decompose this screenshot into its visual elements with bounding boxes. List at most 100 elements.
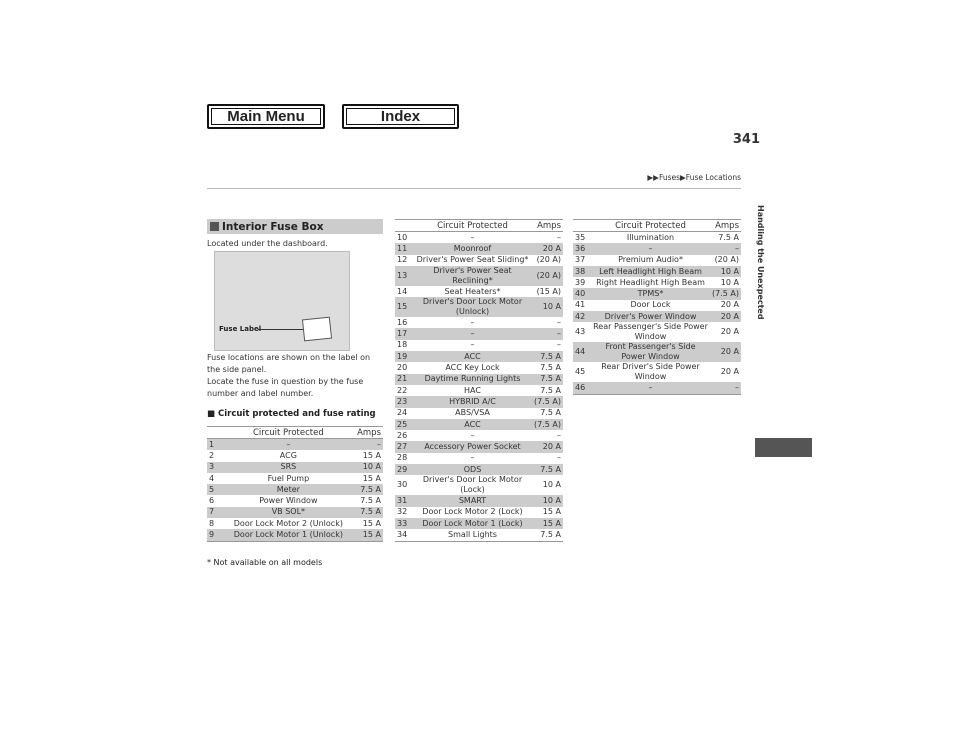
table-header: Circuit Protected Amps — [207, 426, 383, 439]
circuit-name: ACG — [279, 450, 297, 460]
fuse-amps: 7.5 A — [351, 484, 383, 496]
fuse-number: 16 — [397, 317, 408, 327]
circuit-name: Driver's Power Seat Sliding* — [416, 255, 529, 265]
fuse-number: 45 — [575, 367, 586, 377]
circuit-name: Rear Passenger's Side Power Window — [593, 322, 708, 342]
fuse-number: 36 — [573, 243, 591, 255]
fuse-amps: (7.5 A) — [532, 396, 563, 408]
table-row: 2 ACG 15 A — [207, 450, 383, 461]
fuse-amps: – — [710, 243, 741, 255]
circuit-name: Door Lock Motor 2 (Unlock) — [233, 518, 343, 528]
circuit-name: Accessory Power Socket — [413, 441, 533, 453]
table-row: 45 Rear Driver's Side Power Window 20 A — [573, 362, 741, 382]
table-row: 9 Door Lock Motor 1 (Unlock) 15 A — [207, 529, 383, 542]
fuse-number: 13 — [395, 265, 413, 286]
fuse-table-2: Circuit Protected Amps 10– –11 Moonroof 20 A1… — [395, 219, 563, 542]
circuit-name: VB SOL* — [225, 506, 352, 519]
fuse-number: 37 — [575, 255, 586, 265]
fuse-number: 21 — [395, 373, 413, 385]
fuse-label-callout: Fuse Label — [219, 325, 262, 333]
fuse-number: 27 — [395, 441, 413, 453]
fuse-number: 42 — [573, 311, 591, 323]
fuse-table-3: Circuit Protected Amps 35 Illumination 7.5 A… — [573, 219, 741, 395]
fuse-amps: – — [557, 232, 561, 242]
fuse-amps: 7.5 A — [360, 496, 381, 506]
fuse-number: 41 — [575, 300, 586, 310]
table-row: 6 Power Window 7.5 A — [207, 495, 383, 506]
fuse-amps: 15 A — [362, 518, 381, 528]
table-row: 18 – – — [395, 340, 563, 351]
section-heading: Interior Fuse Box — [207, 219, 383, 234]
fuse-table-1: Circuit Protected Amps 1– –2 ACG 15 A 3 SRS 10 A… — [207, 426, 383, 542]
main-menu-button[interactable]: Main Menu — [207, 104, 325, 129]
circuit-name: Fuel Pump — [267, 473, 310, 483]
fuse-amps: 10 A — [720, 277, 739, 287]
fuse-amps: 7.5 A — [540, 529, 561, 539]
circuit-name: Moonroof — [413, 243, 533, 255]
fuse-number: 8 — [209, 518, 215, 528]
fuse-number: 4 — [209, 473, 215, 483]
square-bullet-icon — [210, 222, 219, 231]
fuse-amps: 10 A — [351, 461, 383, 473]
side-tab-marker[interactable] — [755, 438, 812, 457]
circuit-name: HYBRID A/C — [413, 396, 533, 408]
fuse-amps: 7.5 A — [532, 351, 563, 363]
page-number: 341 — [732, 132, 760, 147]
fuse-number: 39 — [575, 277, 586, 287]
header-amps: Amps — [710, 219, 741, 232]
table-row: 34 Small Lights 7.5 A — [395, 529, 563, 541]
fuse-number: 2 — [209, 450, 215, 460]
circuit-name: Premium Audio* — [618, 255, 683, 265]
table-row: 16 – – — [395, 317, 563, 328]
divider — [207, 188, 741, 189]
table-row: 46– – — [573, 382, 741, 395]
circuit-name: Small Lights — [448, 529, 497, 539]
circuit-name: HAC — [464, 385, 481, 395]
fuse-amps: 7.5 A — [532, 373, 563, 385]
section-title: Interior Fuse Box — [222, 220, 324, 233]
fuse-amps: (20 A) — [532, 265, 563, 286]
breadcrumb[interactable]: ▶▶Fuses▶Fuse Locations — [647, 173, 741, 182]
fuse-number: 30 — [397, 480, 408, 490]
fuse-amps: 20 A — [720, 300, 739, 310]
circuit-name: Driver's Power Window — [591, 311, 711, 323]
circuit-name: – — [470, 453, 475, 463]
fuse-amps: 20 A — [710, 342, 741, 363]
table-row: 40 TPMS* (7.5 A) — [573, 288, 741, 300]
table-row: 3 SRS 10 A — [207, 461, 383, 473]
table-row: 8 Door Lock Motor 2 (Unlock) 15 A — [207, 518, 383, 529]
circuit-name: – — [413, 328, 533, 340]
fuse-amps: 10 A — [532, 495, 563, 507]
fuse-amps: 20 A — [532, 243, 563, 255]
table-row: 38 Left Headlight High Beam 10 A — [573, 265, 741, 278]
fuse-amps: 7.5 A — [351, 506, 383, 519]
fuse-label-box — [301, 316, 333, 342]
fuse-number: 31 — [395, 495, 413, 507]
table-row: 19 ACC 7.5 A — [395, 351, 563, 363]
table-row: 27 Accessory Power Socket 20 A — [395, 441, 563, 453]
table-row: 41 Door Lock 20 A — [573, 300, 741, 311]
fuse-amps: 10 A — [710, 265, 741, 278]
fuse-amps: 7.5 A — [540, 363, 561, 373]
circuit-name: Door Lock Motor 2 (Lock) — [422, 507, 523, 517]
fuse-number: 38 — [573, 265, 591, 278]
circuit-name: ACC Key Lock — [445, 363, 500, 373]
circuit-name: Door Lock Motor 1 (Unlock) — [225, 529, 352, 542]
circuit-name: Driver's Door Lock Motor (Unlock) — [413, 297, 533, 318]
table-row: 29 ODS 7.5 A — [395, 464, 563, 476]
fuse-amps: – — [710, 382, 741, 395]
table-row: 1– – — [207, 438, 383, 451]
index-button[interactable]: Index — [342, 104, 459, 129]
fuse-amps: (7.5 A) — [532, 418, 563, 431]
table-row: 20 ACC Key Lock 7.5 A — [395, 362, 563, 373]
circuit-name: – — [591, 243, 711, 255]
header-amps: Amps — [532, 219, 563, 232]
circuit-name: – — [225, 438, 352, 451]
fuse-amps: (20 A) — [536, 255, 561, 265]
circuit-name: – — [591, 382, 711, 395]
fuse-number: 1 — [207, 438, 225, 451]
fuse-number: 17 — [395, 328, 413, 340]
circuit-name: Front Passenger's Side Power Window — [591, 342, 711, 363]
fuse-amps: 7.5 A — [718, 232, 739, 242]
table-row: 22 HAC 7.5 A — [395, 385, 563, 396]
